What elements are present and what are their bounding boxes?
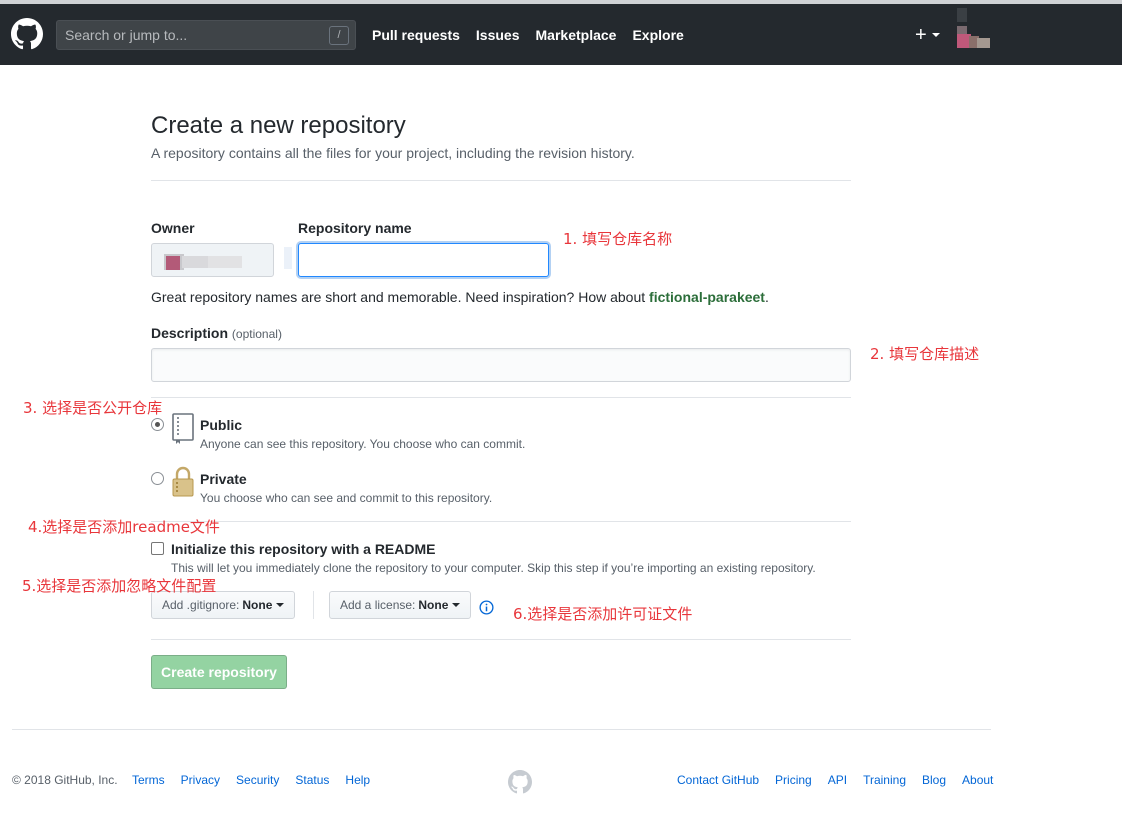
footer-link-privacy[interactable]: Privacy <box>181 773 220 787</box>
annotation-visibility: 3. 选择是否公开仓库 <box>23 399 163 417</box>
plus-icon: + <box>915 24 927 46</box>
description-label: Description (optional) <box>151 325 282 341</box>
divider <box>151 521 851 522</box>
global-header: / Pull requests Issues Marketplace Explo… <box>0 4 1122 65</box>
private-title: Private <box>200 471 247 487</box>
search-shortcut-key: / <box>329 26 349 45</box>
readme-note: This will let you immediately clone the … <box>171 561 816 575</box>
footer-right-links: Contact GitHub Pricing API Training Blog… <box>677 773 993 787</box>
footer-link-help[interactable]: Help <box>345 773 370 787</box>
caret-down-icon <box>276 603 285 607</box>
annotation-repo-name: 1. 填写仓库名称 <box>563 230 673 248</box>
private-note: You choose who can see and commit to thi… <box>200 491 493 505</box>
owner-select[interactable] <box>151 243 274 277</box>
footer-link-security[interactable]: Security <box>236 773 279 787</box>
annotation-description: 2. 填写仓库描述 <box>870 345 980 363</box>
footer-link-training[interactable]: Training <box>863 773 906 787</box>
divider <box>151 180 851 181</box>
divider <box>151 639 851 640</box>
annotation-gitignore: 5.选择是否添加忽略文件配置 <box>22 577 217 595</box>
owner-avatar <box>164 254 242 270</box>
public-radio[interactable] <box>151 418 164 431</box>
nav-issues[interactable]: Issues <box>476 27 520 43</box>
nav-pull-requests[interactable]: Pull requests <box>372 27 460 43</box>
footer-link-pricing[interactable]: Pricing <box>775 773 812 787</box>
footer-link-contact[interactable]: Contact GitHub <box>677 773 759 787</box>
gitignore-key: Add .gitignore: <box>162 598 240 612</box>
github-logo-icon[interactable] <box>11 18 43 50</box>
repo-book-icon <box>172 413 194 444</box>
footer-link-status[interactable]: Status <box>295 773 329 787</box>
readme-title: Initialize this repository with a README <box>171 541 436 557</box>
suggested-name: fictional-parakeet <box>649 289 765 305</box>
annotation-readme: 4.选择是否添加readme文件 <box>28 518 220 536</box>
search-input[interactable] <box>57 21 355 49</box>
footer-link-api[interactable]: API <box>828 773 847 787</box>
lock-icon <box>172 466 194 497</box>
license-key: Add a license: <box>340 598 416 612</box>
license-value: None <box>418 598 449 612</box>
readme-checkbox[interactable] <box>151 542 164 555</box>
hint-text: Great repository names are short and mem… <box>151 289 650 305</box>
search-box: / <box>56 20 356 50</box>
divider <box>151 397 851 398</box>
hint-suffix: . <box>764 289 769 305</box>
nav-explore[interactable]: Explore <box>632 27 683 43</box>
optional-tag: (optional) <box>231 327 282 341</box>
repository-name-input[interactable] <box>298 243 549 277</box>
description-label-text: Description <box>151 325 229 341</box>
annotation-license: 6.选择是否添加许可证文件 <box>513 605 693 623</box>
license-select[interactable]: Add a license: None <box>329 591 472 619</box>
page-title: Create a new repository <box>151 112 406 139</box>
vertical-divider <box>313 591 314 619</box>
owner-repo-separator <box>284 247 292 269</box>
github-footer-logo-icon[interactable] <box>508 770 532 794</box>
footer-divider <box>12 729 991 730</box>
create-new-menu[interactable]: + <box>915 23 940 47</box>
info-icon[interactable] <box>479 600 494 615</box>
public-note: Anyone can see this repository. You choo… <box>200 437 526 451</box>
private-radio[interactable] <box>151 472 164 485</box>
description-input[interactable] <box>151 348 851 382</box>
footer-link-terms[interactable]: Terms <box>132 773 165 787</box>
footer-left-links: Terms Privacy Security Status Help <box>132 773 370 787</box>
gitignore-value: None <box>242 598 273 612</box>
owner-label: Owner <box>151 220 195 236</box>
repo-name-label: Repository name <box>298 220 412 236</box>
page-subtitle: A repository contains all the files for … <box>151 145 635 161</box>
footer-link-blog[interactable]: Blog <box>922 773 946 787</box>
public-title: Public <box>200 417 243 433</box>
caret-down-icon <box>452 603 461 607</box>
repo-name-hint: Great repository names are short and mem… <box>151 289 769 305</box>
footer-copyright: © 2018 GitHub, Inc. <box>12 773 118 787</box>
nav-marketplace[interactable]: Marketplace <box>536 27 617 43</box>
user-avatar[interactable] <box>955 8 990 50</box>
caret-down-icon <box>931 33 940 37</box>
footer-link-about[interactable]: About <box>962 773 993 787</box>
header-nav: Pull requests Issues Marketplace Explore <box>372 27 684 43</box>
create-repository-button[interactable]: Create repository <box>151 655 287 689</box>
